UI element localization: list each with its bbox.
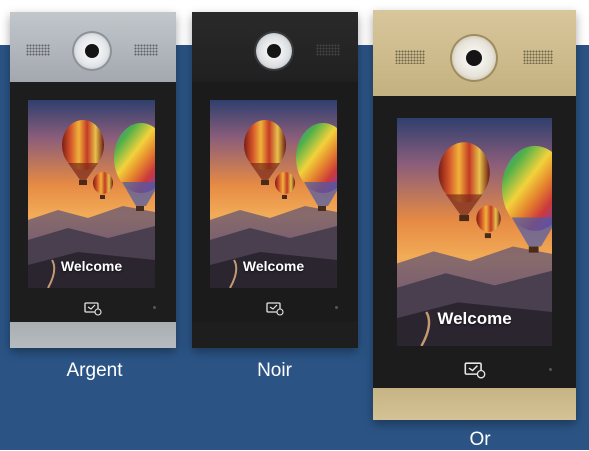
card-reader-icon — [266, 302, 284, 316]
panel-bottom-plate — [373, 388, 576, 420]
display-screen: Welcome — [210, 100, 337, 288]
variant-label-noir: Noir — [257, 360, 292, 381]
panel-bottom-plate — [192, 322, 358, 348]
door-station-noir: Welcome — [192, 12, 358, 348]
card-reader-icon — [464, 362, 486, 379]
door-station-argent: Welcome — [10, 12, 176, 348]
camera-icon — [74, 33, 110, 69]
variant-label-argent: Argent — [66, 360, 123, 381]
speaker-grille-icon — [26, 44, 50, 56]
welcome-text: Welcome — [242, 258, 305, 274]
speaker-grille-icon — [395, 50, 425, 64]
variant-label-or: Or — [469, 429, 491, 450]
display-screen: Welcome — [28, 100, 155, 288]
display-screen: Welcome — [397, 118, 552, 346]
speaker-grille-icon — [134, 44, 158, 56]
indicator-dot — [153, 306, 156, 309]
speaker-grille-icon — [523, 50, 553, 64]
indicator-dot — [335, 306, 338, 309]
panel-bottom-plate — [10, 322, 176, 348]
camera-icon — [256, 33, 292, 69]
door-station-or: Welcome — [373, 10, 576, 420]
camera-icon — [452, 36, 496, 80]
welcome-text: Welcome — [437, 309, 512, 328]
speaker-grille-icon — [316, 44, 340, 56]
card-reader-icon — [84, 302, 102, 316]
welcome-text: Welcome — [60, 258, 123, 274]
indicator-dot — [549, 368, 552, 371]
